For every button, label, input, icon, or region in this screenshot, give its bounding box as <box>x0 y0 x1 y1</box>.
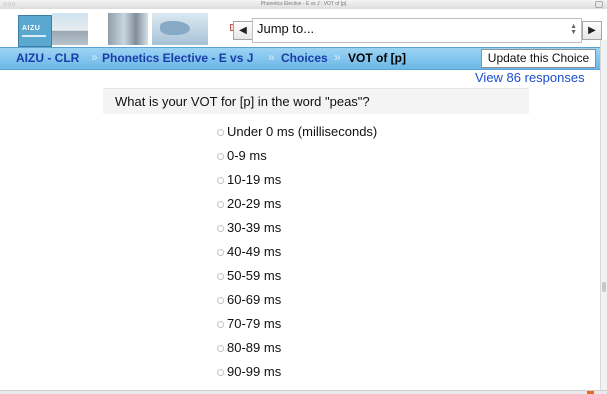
choice-option-label: Under 0 ms (milliseconds) <box>227 124 378 139</box>
view-responses-link[interactable]: View 86 responses <box>475 70 585 85</box>
question-box: What is your VOT for [p] in the word "pe… <box>103 88 529 114</box>
radio-button-icon[interactable] <box>217 369 224 377</box>
breadcrumb: AIZU - CLR » Phonetics Elective - E vs J… <box>0 47 607 70</box>
choice-option-label: 30-39 ms <box>227 220 282 235</box>
choice-option[interactable]: 10-19 ms <box>217 172 281 187</box>
choice-option-label: 40-49 ms <box>227 244 282 259</box>
breadcrumb-course-link[interactable]: AIZU - CLR <box>16 51 79 65</box>
radio-button-icon[interactable] <box>217 153 224 161</box>
logo-text: AIZU <box>22 25 41 32</box>
radio-button-icon[interactable] <box>217 249 224 257</box>
choice-option[interactable]: 50-59 ms <box>217 268 281 283</box>
question-text: What is your VOT for [p] in the word "pe… <box>115 94 370 109</box>
radio-button-icon[interactable] <box>217 225 224 233</box>
previous-activity-button[interactable]: ◀ <box>233 21 253 40</box>
next-activity-button[interactable]: ▶ <box>582 21 602 40</box>
site-header: AIZU ◀ Jump to... ▲ ▼ ▶ <box>0 9 607 47</box>
choice-option-label: 50-59 ms <box>227 268 282 283</box>
header-photo-building <box>52 13 88 45</box>
radio-button-icon[interactable] <box>217 297 224 305</box>
choice-option[interactable]: 40-49 ms <box>217 244 281 259</box>
vertical-scrollbar[interactable] <box>600 40 607 394</box>
radio-button-icon[interactable] <box>217 201 224 209</box>
jump-to-value: Jump to... <box>257 21 315 36</box>
breadcrumb-choices-link[interactable]: Choices <box>281 51 328 65</box>
choice-option[interactable]: 70-79 ms <box>217 316 281 331</box>
choice-option[interactable]: Under 0 ms (milliseconds) <box>217 124 377 139</box>
window-title: Phonetics Elective - E vs J : VOT of [p] <box>260 1 347 7</box>
choice-option[interactable]: 80-89 ms <box>217 340 281 355</box>
select-arrows-icon: ▲ ▼ <box>570 23 577 36</box>
choice-option-label: 10-19 ms <box>227 172 282 187</box>
breadcrumb-separator: » <box>334 50 341 64</box>
update-choice-button[interactable]: Update this Choice <box>481 49 596 68</box>
header-photo-map <box>152 13 208 45</box>
window-zoom-button[interactable] <box>595 1 603 8</box>
aizu-logo[interactable]: AIZU <box>18 15 52 47</box>
choice-option-label: 90-99 ms <box>227 364 282 379</box>
breadcrumb-separator: » <box>91 50 98 64</box>
jump-to-select[interactable]: Jump to... ▲ ▼ <box>252 18 582 43</box>
radio-button-icon[interactable] <box>217 273 224 281</box>
choice-option[interactable]: 30-39 ms <box>217 220 281 235</box>
radio-button-icon[interactable] <box>217 129 224 137</box>
choice-option-label: 60-69 ms <box>227 292 282 307</box>
radio-button-icon[interactable] <box>217 345 224 353</box>
header-photo-interior <box>108 13 148 45</box>
logo-underline <box>22 35 46 37</box>
radio-button-icon[interactable] <box>217 177 224 185</box>
choice-option-label: 80-89 ms <box>227 340 282 355</box>
scrollbar-thumb[interactable] <box>602 282 606 292</box>
choice-option-label: 20-29 ms <box>227 196 282 211</box>
choice-option-label: 70-79 ms <box>227 316 282 331</box>
status-bar <box>0 390 607 394</box>
breadcrumb-course-name-link[interactable]: Phonetics Elective - E vs J <box>102 51 253 65</box>
choice-option[interactable]: 60-69 ms <box>217 292 281 307</box>
choice-option[interactable]: 20-29 ms <box>217 196 281 211</box>
choice-option-label: 0-9 ms <box>227 148 267 163</box>
breadcrumb-current: VOT of [p] <box>348 51 406 65</box>
breadcrumb-separator: » <box>268 50 275 64</box>
choice-option[interactable]: 90-99 ms <box>217 364 281 379</box>
choice-option[interactable]: 0-9 ms <box>217 148 267 163</box>
radio-button-icon[interactable] <box>217 321 224 329</box>
